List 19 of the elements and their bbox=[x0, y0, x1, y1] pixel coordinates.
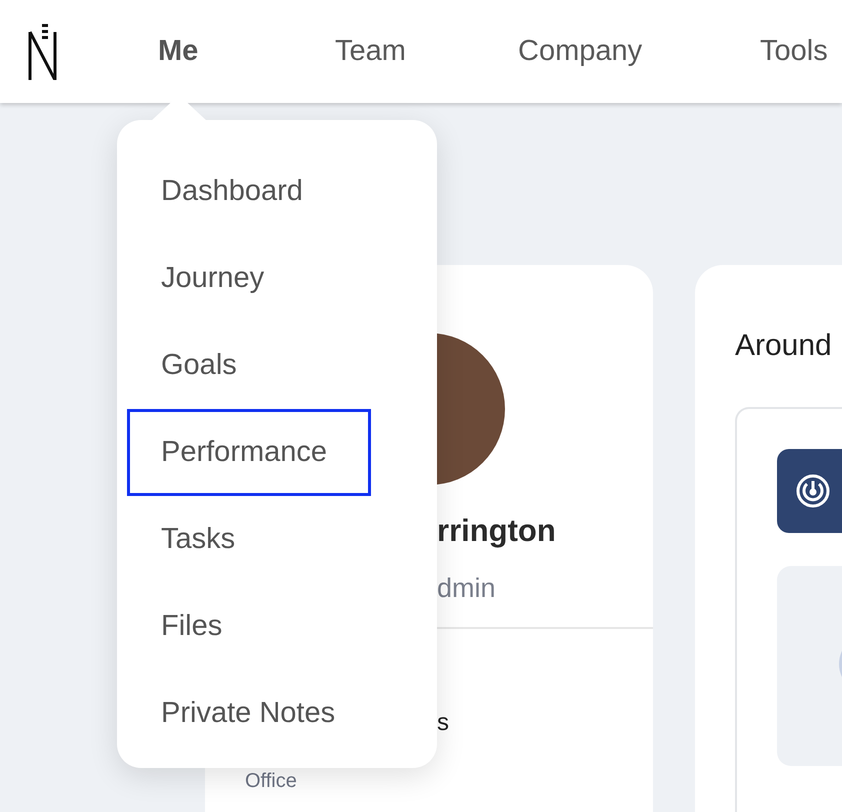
app-tile[interactable] bbox=[777, 449, 842, 533]
section-label: s bbox=[437, 709, 449, 737]
menu-item[interactable]: Files bbox=[127, 583, 371, 670]
menu-item[interactable]: Tasks bbox=[127, 496, 371, 583]
feed-title: Around bbox=[735, 329, 833, 363]
menu-item[interactable]: Dashboard bbox=[127, 148, 371, 235]
nav-tab[interactable]: Team bbox=[335, 35, 406, 68]
menu-item[interactable]: Goals bbox=[127, 322, 371, 409]
location-label: Office bbox=[245, 770, 297, 793]
radar-icon bbox=[795, 473, 831, 509]
profile-role: dmin bbox=[437, 573, 496, 604]
profile-name: rrington bbox=[437, 513, 556, 549]
nav-tab[interactable]: Tools bbox=[760, 35, 828, 68]
menu-item[interactable]: Performance bbox=[127, 409, 371, 496]
logo-icon[interactable] bbox=[28, 24, 59, 80]
nav-tab[interactable]: Company bbox=[518, 35, 642, 68]
nav-tab[interactable]: Me bbox=[158, 35, 198, 68]
menu-item[interactable]: Journey bbox=[127, 235, 371, 322]
menu-item[interactable]: Private Notes bbox=[127, 670, 371, 757]
